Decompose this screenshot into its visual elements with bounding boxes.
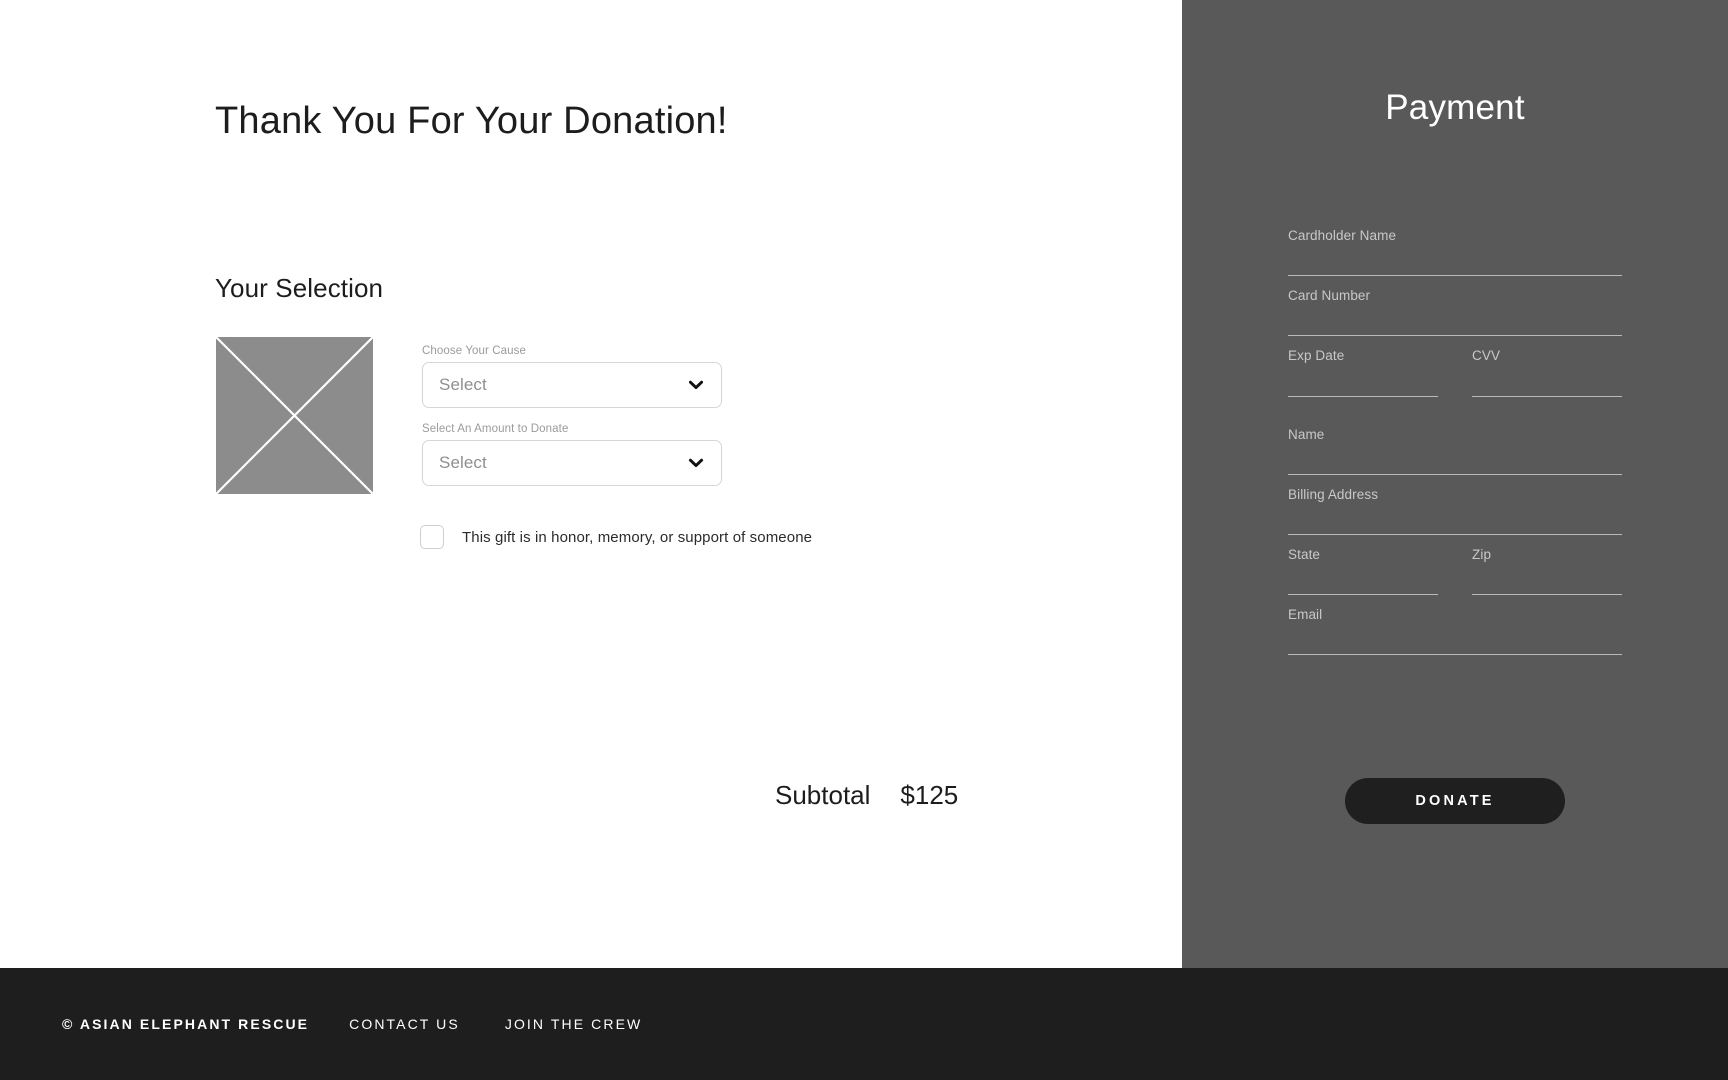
cardholder-name-field: Cardholder Name: [1288, 228, 1622, 277]
amount-select[interactable]: Select: [422, 440, 722, 486]
cardholder-name-input[interactable]: [1288, 246, 1622, 277]
name-field: Name: [1288, 427, 1622, 475]
name-label: Name: [1288, 426, 1325, 442]
cardholder-name-label: Cardholder Name: [1288, 228, 1397, 243]
state-input[interactable]: [1288, 565, 1438, 596]
footer-link-join-the-crew[interactable]: JOIN THE CREW: [505, 1016, 643, 1032]
state-field: State: [1288, 546, 1438, 596]
subtotal-label: Subtotal: [775, 780, 871, 810]
honor-gift-label: This gift is in honor, memory, or suppor…: [462, 528, 813, 546]
chevron-down-icon: [687, 376, 705, 394]
footer-link-contact-us[interactable]: CONTACT US: [349, 1016, 460, 1032]
exp-cvv-row: Exp Date CVV: [1288, 348, 1622, 397]
state-label: State: [1288, 546, 1321, 562]
footer-copyright: © ASIAN ELEPHANT RESCUE: [62, 1016, 310, 1032]
email-input[interactable]: [1288, 625, 1622, 656]
footer: © ASIAN ELEPHANT RESCUE CONTACT US JOIN …: [0, 968, 1728, 1080]
card-number-field: Card Number: [1288, 288, 1622, 337]
cvv-field: CVV: [1472, 348, 1622, 397]
payment-form: Cardholder Name Card Number Exp Date CVV: [1288, 228, 1622, 656]
honor-gift-checkbox[interactable]: [420, 525, 444, 549]
payment-heading: Payment: [1385, 88, 1525, 127]
billing-address-input[interactable]: [1288, 504, 1622, 535]
exp-date-input[interactable]: [1288, 366, 1438, 397]
donation-checkout-page: Thank You For Your Donation! Your Select…: [0, 0, 1728, 1080]
card-number-input[interactable]: [1288, 306, 1622, 337]
selection-form: Choose Your Cause Select Select An Amoun…: [422, 345, 722, 486]
card-number-label: Card Number: [1288, 288, 1371, 304]
donate-button[interactable]: DONATE: [1345, 778, 1565, 824]
payment-panel: Payment Cardholder Name Card Number Exp …: [1182, 0, 1728, 968]
cvv-label: CVV: [1472, 348, 1501, 364]
subtotal-value: $125: [900, 780, 959, 810]
amount-label: Select An Amount to Donate: [422, 423, 569, 435]
state-zip-row: State Zip: [1288, 546, 1622, 596]
zip-input[interactable]: [1472, 565, 1622, 596]
exp-date-field: Exp Date: [1288, 348, 1438, 397]
billing-address-field: Billing Address: [1288, 487, 1622, 535]
subtotal-row: Subtotal $125: [775, 780, 958, 811]
your-selection-heading: Your Selection: [215, 273, 384, 303]
amount-select-value: Select: [439, 453, 487, 472]
honor-gift-row: This gift is in honor, memory, or suppor…: [420, 525, 812, 549]
email-label: Email: [1288, 607, 1323, 623]
cause-select-value: Select: [439, 375, 487, 394]
page-title: Thank You For Your Donation!: [215, 100, 728, 142]
placeholder-cross-icon: [216, 337, 373, 494]
image-placeholder: [216, 337, 373, 494]
cause-label: Choose Your Cause: [422, 345, 526, 357]
main-content: Thank You For Your Donation! Your Select…: [0, 0, 1182, 968]
name-input[interactable]: [1288, 444, 1622, 475]
cause-select[interactable]: Select: [422, 362, 722, 408]
zip-label: Zip: [1472, 546, 1492, 562]
chevron-down-icon: [687, 454, 705, 472]
exp-date-label: Exp Date: [1288, 348, 1345, 364]
cvv-input[interactable]: [1472, 366, 1622, 397]
billing-address-label: Billing Address: [1288, 486, 1379, 502]
zip-field: Zip: [1472, 546, 1622, 596]
email-field: Email: [1288, 607, 1622, 656]
